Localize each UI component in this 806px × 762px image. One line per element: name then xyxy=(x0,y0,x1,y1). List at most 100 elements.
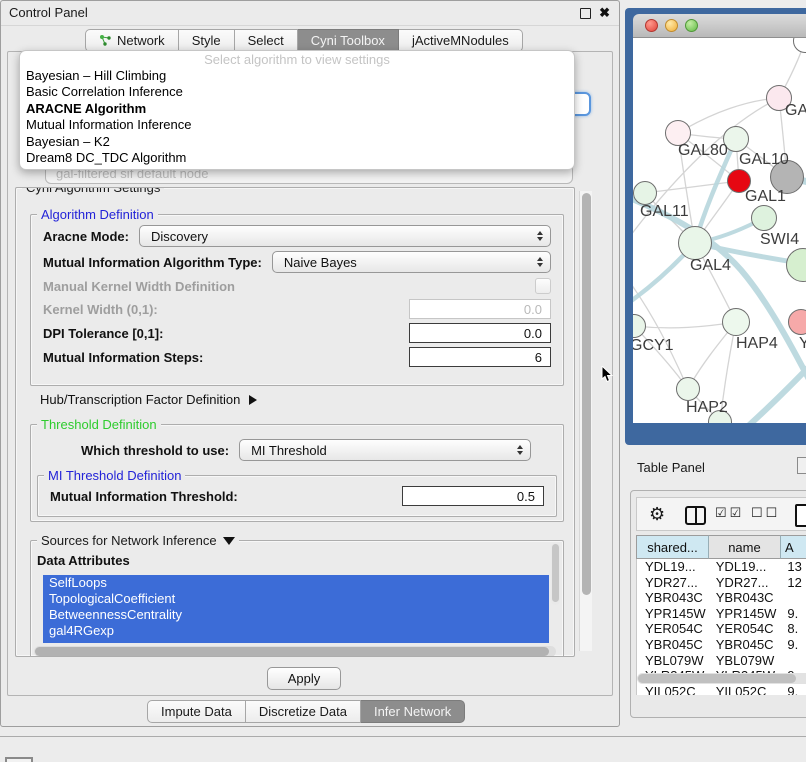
network-node[interactable] xyxy=(676,377,700,401)
tab-cyni-toolbox[interactable]: Cyni Toolbox xyxy=(298,29,399,52)
select-all-checkboxes-icon[interactable]: ☑☑ xyxy=(715,505,744,521)
node-table: shared... name A YDL19... YDL19... 13 YD… xyxy=(636,535,806,695)
deselect-all-checkboxes-icon[interactable]: ☐☐ xyxy=(751,505,780,521)
network-icon xyxy=(99,34,112,47)
column-header-name[interactable]: name xyxy=(709,535,781,559)
algorithm-definition-group: Algorithm Definition Aracne Mode: Discov… xyxy=(30,214,564,386)
tab-infer-network[interactable]: Infer Network xyxy=(361,700,465,723)
table-horizontal-scrollbar[interactable] xyxy=(637,673,806,684)
attributes-list-scrollbar[interactable] xyxy=(551,543,560,605)
close-icon[interactable]: ✖ xyxy=(599,4,610,22)
spinner-arrows-icon xyxy=(517,445,523,455)
application-root: Control Panel ✖ Network Style Select Cyn… xyxy=(0,0,806,762)
mi-steps-label: Mutual Information Steps: xyxy=(43,350,203,365)
mi-threshold-input[interactable]: 0.5 xyxy=(402,486,544,506)
aracne-mode-row: Aracne Mode: Discovery xyxy=(43,225,551,247)
attribute-list-item-selected[interactable]: TopologicalCoefficient xyxy=(43,591,549,607)
float-window-icon[interactable] xyxy=(580,8,591,19)
minimize-traffic-light[interactable] xyxy=(665,19,678,32)
dropdown-hint: Select algorithm to view settings xyxy=(20,51,574,68)
dropdown-item[interactable]: Bayesian – Hill Climbing xyxy=(20,68,574,84)
zoom-traffic-light[interactable] xyxy=(685,19,698,32)
table-row[interactable]: YBR045C YBR045C 9. xyxy=(637,637,806,653)
tab-style[interactable]: Style xyxy=(179,29,235,52)
bottom-divider xyxy=(0,736,806,737)
mi-steps-input[interactable]: 6 xyxy=(409,347,551,367)
dpi-tolerance-row: DPI Tolerance [0,1]: 0.0 xyxy=(43,323,551,343)
cyni-bottom-tabs: Impute Data Discretize Data Infer Networ… xyxy=(147,700,465,723)
aracne-mode-combobox[interactable]: Discovery xyxy=(139,225,551,247)
node-label: GCY1 xyxy=(633,337,674,355)
control-panel-tabs: Network Style Select Cyni Toolbox jActiv… xyxy=(85,29,523,52)
table-row[interactable]: YER054C YER054C 8. xyxy=(637,621,806,637)
tab-jactivemnodules[interactable]: jActiveMNodules xyxy=(399,29,523,52)
dropdown-item[interactable]: Mutual Information Inference xyxy=(20,117,574,133)
document-icon[interactable] xyxy=(795,504,806,527)
network-view-panel: GAL GAL80 GAL10 GAL1 GAL11 SWI4 GAL4 GC xyxy=(625,8,806,445)
network-node[interactable] xyxy=(751,205,777,231)
sources-legend[interactable]: Sources for Network Inference xyxy=(37,533,239,548)
table-toolbar: ⚙ ☑☑ ☐☐ xyxy=(636,497,806,531)
dropdown-item[interactable]: Dream8 DC_TDC Algorithm xyxy=(20,150,574,166)
manual-kernel-label: Manual Kernel Width Definition xyxy=(43,279,235,294)
columns-icon[interactable] xyxy=(685,506,706,525)
dropdown-item[interactable]: ARACNE Algorithm xyxy=(20,101,574,117)
attribute-list-item-selected[interactable]: gal4RGexp xyxy=(43,623,549,639)
mi-type-combobox[interactable]: Naive Bayes xyxy=(272,251,551,273)
mi-threshold-legend: MI Threshold Definition xyxy=(44,468,185,483)
node-label: GAL xyxy=(785,102,806,120)
table-row[interactable]: YBR043C YBR043C xyxy=(637,590,806,606)
settings-vertical-scrollbar[interactable] xyxy=(579,191,592,651)
manual-kernel-row: Manual Kernel Width Definition xyxy=(43,277,551,295)
apply-button[interactable]: Apply xyxy=(267,667,341,690)
data-attributes-label: Data Attributes xyxy=(37,553,130,568)
mouse-cursor xyxy=(601,366,613,384)
dropdown-item[interactable]: Bayesian – K2 xyxy=(20,134,574,150)
kernel-width-input[interactable]: 0.0 xyxy=(409,299,551,319)
mi-algorithm-type-row: Mutual Information Algorithm Type: Naive… xyxy=(43,251,551,273)
tab-impute-data[interactable]: Impute Data xyxy=(147,700,246,723)
mi-threshold-definition-group: MI Threshold Definition Mutual Informati… xyxy=(37,475,557,517)
table-row[interactable]: YDL19... YDL19... 13 xyxy=(637,559,806,575)
table-panel-title: Table Panel xyxy=(637,460,705,475)
network-window-titlebar[interactable] xyxy=(633,14,806,38)
table-row[interactable]: YBL079W YBL079W xyxy=(637,653,806,669)
network-node[interactable] xyxy=(722,308,750,336)
network-node[interactable] xyxy=(633,181,657,205)
manual-kernel-checkbox[interactable] xyxy=(535,278,551,294)
node-label: Y xyxy=(799,335,806,353)
network-window: GAL GAL80 GAL10 GAL1 GAL11 SWI4 GAL4 GC xyxy=(633,14,806,423)
node-label: GAL11 xyxy=(640,203,689,221)
gear-icon[interactable]: ⚙ xyxy=(649,503,665,525)
node-label: HAP4 xyxy=(736,335,778,353)
table-row[interactable]: YIL052C YIL052C 9. xyxy=(637,684,806,695)
tab-network-label: Network xyxy=(117,29,165,52)
hub-transcription-section-toggle[interactable]: Hub/Transcription Factor Definition xyxy=(40,392,257,407)
aracne-mode-label: Aracne Mode: xyxy=(43,229,129,244)
table-row[interactable]: YDR27... YDR27... 12 xyxy=(637,575,806,591)
table-panel-window-icon[interactable] xyxy=(797,457,806,474)
attribute-list-item-selected[interactable]: SelfLoops xyxy=(43,575,549,591)
tab-discretize-data[interactable]: Discretize Data xyxy=(246,700,361,723)
mi-steps-row: Mutual Information Steps: 6 xyxy=(43,347,551,367)
tab-network[interactable]: Network xyxy=(85,29,179,52)
node-label: HAP2 xyxy=(686,399,728,417)
network-node[interactable] xyxy=(678,226,712,260)
table-row[interactable]: YPR145W YPR145W 9. xyxy=(637,606,806,622)
control-panel-window: Control Panel ✖ Network Style Select Cyn… xyxy=(0,0,620,727)
tab-select[interactable]: Select xyxy=(235,29,298,52)
close-traffic-light[interactable] xyxy=(645,19,658,32)
table-panel: ⚙ ☑☑ ☐☐ shared... name A YDL19... YDL19.… xyxy=(630,490,806,718)
mi-type-label: Mutual Information Algorithm Type: xyxy=(43,255,262,270)
dropdown-item[interactable]: Basic Correlation Inference xyxy=(20,84,574,100)
settings-horizontal-scrollbar[interactable] xyxy=(34,646,556,657)
mi-threshold-label: Mutual Information Threshold: xyxy=(50,489,238,504)
network-canvas[interactable]: GAL GAL80 GAL10 GAL1 GAL11 SWI4 GAL4 GC xyxy=(633,38,806,423)
column-header-clipped[interactable]: A xyxy=(781,535,806,559)
column-header-shared-name[interactable]: shared... xyxy=(636,535,709,559)
dpi-tolerance-input[interactable]: 0.0 xyxy=(409,323,551,343)
collapsed-panel-icon[interactable] xyxy=(5,757,33,762)
which-threshold-combobox[interactable]: MI Threshold xyxy=(239,439,531,461)
attribute-list-item-selected[interactable]: BetweennessCentrality xyxy=(43,607,549,623)
cyni-settings-legend: Cyni Algorithm Settings xyxy=(22,187,164,195)
